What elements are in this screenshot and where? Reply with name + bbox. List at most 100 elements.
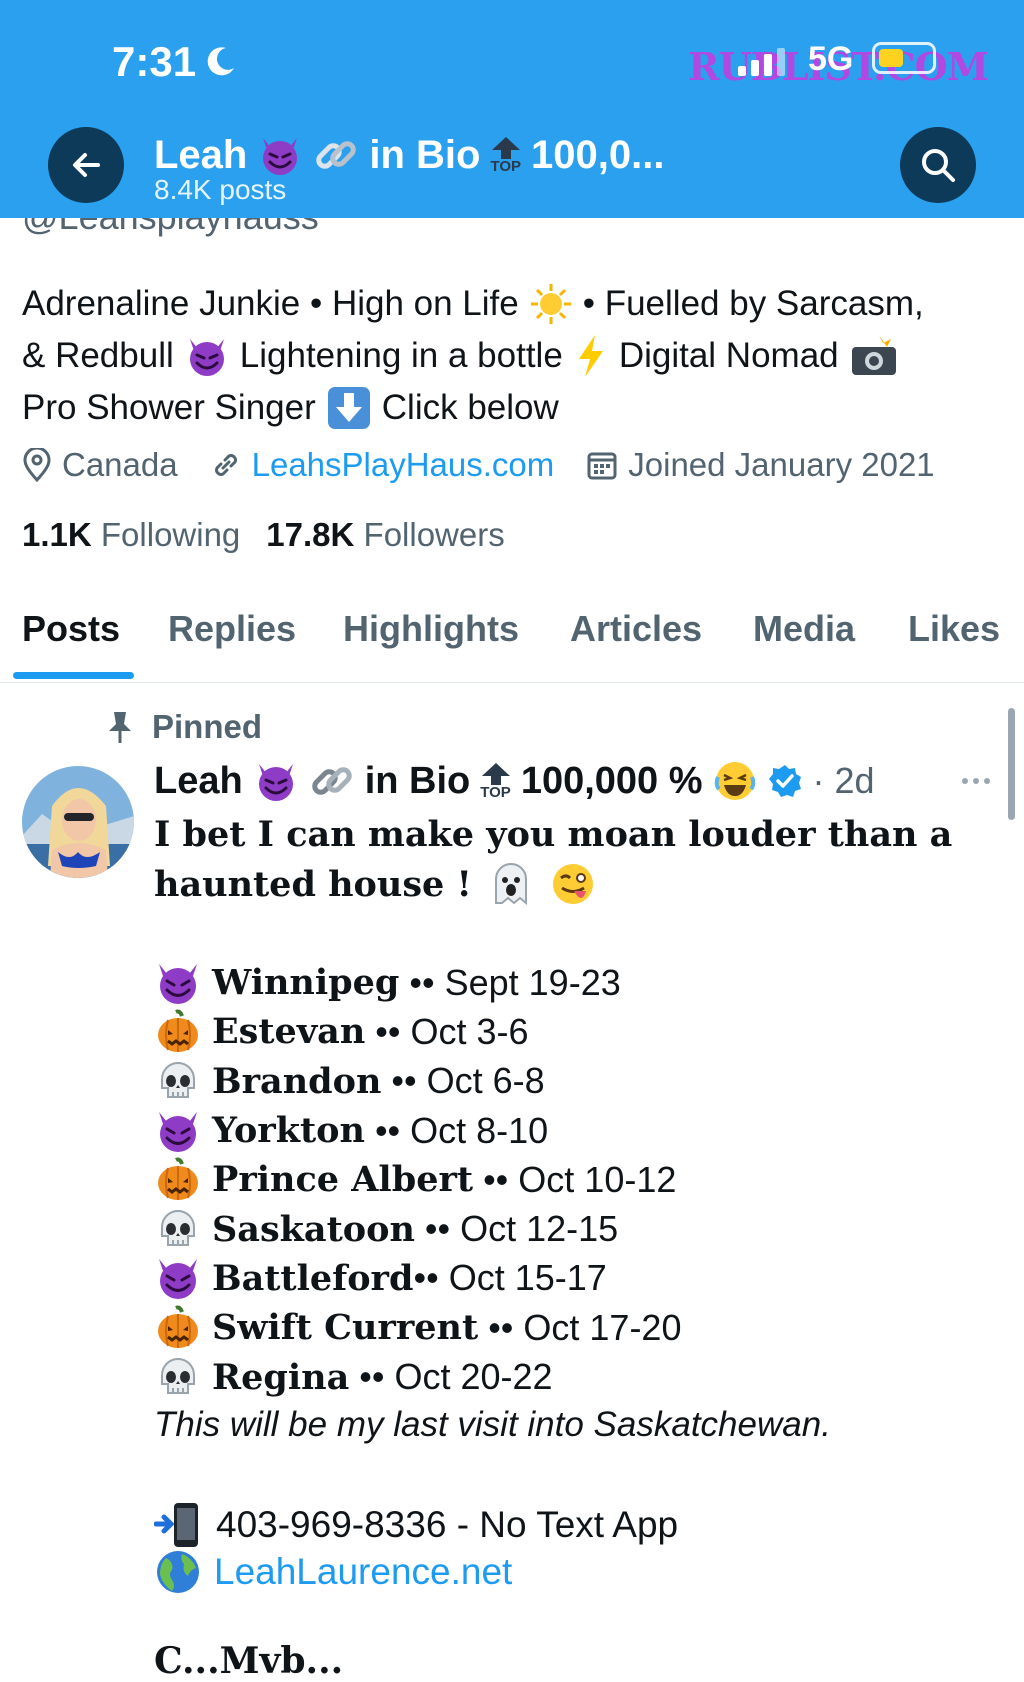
city-dates: •• Sept 19-23 — [399, 961, 621, 1003]
sun-emoji-icon — [530, 284, 571, 324]
post-body: I bet I can make you moan louder than a … — [154, 810, 1004, 909]
post-website-link[interactable]: LeahLaurence.net — [214, 1551, 512, 1593]
header-name: Leah — [154, 132, 248, 177]
verified-badge-icon — [768, 765, 801, 797]
city-name: Yorkton — [212, 1110, 365, 1152]
posts-count: 8.4K posts — [154, 174, 287, 205]
website-link[interactable]: LeahsPlayHaus.com — [210, 446, 554, 484]
tab-highlights[interactable]: Highlights — [343, 608, 519, 650]
phone-arrow-emoji-icon — [154, 1503, 198, 1547]
top-arrow-emoji-icon: TOP — [480, 762, 511, 800]
city-dates: •• Oct 8-10 — [364, 1109, 549, 1151]
arrow-left-icon — [73, 153, 100, 177]
post-text-line-2: haunted house ! — [154, 859, 1004, 909]
skull-emoji-icon — [161, 1210, 195, 1247]
tab-likes[interactable]: Likes — [908, 608, 1000, 650]
tour-date-row: Estevan •• Oct 3-6 — [154, 1007, 681, 1056]
pinned-label: Pinned — [106, 708, 262, 746]
signal-icon — [738, 46, 785, 76]
search-icon — [922, 149, 955, 182]
profile-meta: Canada LeahsPlayHaus.com Joined January … — [22, 446, 967, 484]
tab-articles[interactable]: Articles — [570, 608, 702, 650]
tab-posts[interactable]: Posts — [22, 608, 120, 650]
tab-replies[interactable]: Replies — [168, 608, 296, 650]
camera-flash-emoji-icon — [851, 335, 896, 375]
header-in-bio: in Bio — [369, 132, 481, 177]
scrollbar[interactable] — [1008, 708, 1015, 820]
city-name: Winnipeg — [212, 962, 400, 1004]
location: Canada — [22, 446, 178, 484]
top-arrow-emoji-icon: TOP — [490, 136, 521, 174]
website-line: LeahLaurence.net — [154, 1548, 512, 1596]
tour-date-row: Brandon •• Oct 6-8 — [154, 1057, 681, 1106]
link-icon — [214, 454, 237, 476]
joined-date: Joined January 2021 — [586, 446, 935, 484]
post-text-cutoff: C...Mvb... — [154, 1640, 344, 1682]
post-header: Leah in Bio TOP 100,000 % · 2d — [154, 758, 875, 804]
post-in-bio: in Bio — [364, 759, 471, 802]
calendar-icon — [587, 452, 617, 480]
search-button[interactable] — [900, 127, 976, 203]
devil-emoji-icon — [263, 138, 298, 175]
winking-tongue-emoji-icon — [552, 864, 593, 904]
post-text-line: I bet I can make you moan louder than a — [154, 814, 953, 855]
globe-emoji-icon — [157, 1551, 199, 1593]
back-button[interactable] — [48, 127, 124, 203]
city-dates: •• Oct 17-20 — [478, 1306, 682, 1348]
follow-stats: 1.1K Following 17.8K Followers — [22, 516, 505, 554]
battery-icon — [872, 42, 936, 74]
pumpkin-emoji-icon — [158, 1157, 198, 1200]
link-emoji-icon — [311, 767, 352, 795]
bio-text: Digital Nomad — [618, 336, 839, 375]
more-options-button[interactable] — [962, 778, 990, 784]
city-name: Prince Albert — [212, 1159, 474, 1201]
city-dates: •• Oct 6-8 — [381, 1060, 545, 1102]
skull-emoji-icon — [161, 1358, 195, 1395]
city-name: Battleford — [212, 1257, 414, 1299]
location-pin-icon — [23, 448, 51, 482]
tour-date-row: Regina •• Oct 20-22 — [154, 1352, 681, 1401]
bio-text: & Redbull — [22, 336, 174, 375]
city-dates: •• Oct 10-12 — [473, 1158, 677, 1200]
city-name: Saskatoon — [212, 1208, 415, 1250]
lightning-emoji-icon — [578, 335, 603, 377]
skull-emoji-icon — [161, 1062, 195, 1099]
profile-header: 7:31 RUBLIST.COM 5G Leah in Bio TOP 100,… — [0, 0, 1024, 218]
closing-text: This will be my last visit into Saskatch… — [154, 1405, 831, 1444]
devil-emoji-icon — [159, 963, 197, 1004]
devil-emoji-icon — [159, 1259, 197, 1300]
profile-tabs: Posts Replies Highlights Articles Media … — [0, 596, 1024, 683]
tour-date-row: Swift Current •• Oct 17-20 — [154, 1303, 681, 1352]
city-name: Swift Current — [212, 1307, 479, 1349]
pumpkin-emoji-icon — [158, 1009, 198, 1052]
city-name: Regina — [212, 1356, 350, 1398]
post-author[interactable]: Leah — [154, 760, 243, 803]
avatar[interactable] — [22, 766, 134, 878]
devil-emoji-icon — [189, 339, 224, 376]
city-dates: •• Oct 12-15 — [414, 1208, 619, 1250]
tour-dates-list: Winnipeg •• Sept 19-23 Estevan •• Oct 3-6… — [154, 958, 681, 1402]
followers-link[interactable]: 17.8K Followers — [266, 516, 504, 554]
laughing-emoji-icon — [714, 762, 755, 800]
network-label: 5G — [808, 40, 854, 78]
tour-date-row: Saskatoon •• Oct 12-15 — [154, 1204, 681, 1253]
post-count: 100,000 % — [520, 759, 703, 802]
city-name: Estevan — [212, 1011, 366, 1053]
city-dates: •• Oct 20-22 — [349, 1356, 553, 1398]
city-dates: •• Oct 15-17 — [413, 1257, 607, 1299]
devil-emoji-icon — [258, 764, 293, 801]
phone-line: 403-969-8336 - No Text App — [154, 1500, 678, 1550]
post-age: · 2d — [812, 760, 875, 801]
following-link[interactable]: 1.1K Following — [22, 516, 240, 554]
tab-media[interactable]: Media — [753, 608, 855, 650]
pumpkin-emoji-icon — [158, 1305, 198, 1348]
bio-text: • Fuelled by Sarcasm, — [582, 284, 924, 323]
bio-text: Adrenaline Junkie • High on Life — [22, 284, 519, 323]
link-emoji-icon — [316, 141, 357, 169]
bio-text: Lightening in a bottle — [239, 336, 563, 375]
moon-icon — [207, 47, 234, 76]
header-count: 100,0... — [531, 132, 665, 177]
tour-date-row: Prince Albert •• Oct 10-12 — [154, 1155, 681, 1204]
tour-date-row: Winnipeg •• Sept 19-23 — [154, 958, 681, 1007]
bio-text: Pro Shower Singer — [22, 388, 316, 427]
